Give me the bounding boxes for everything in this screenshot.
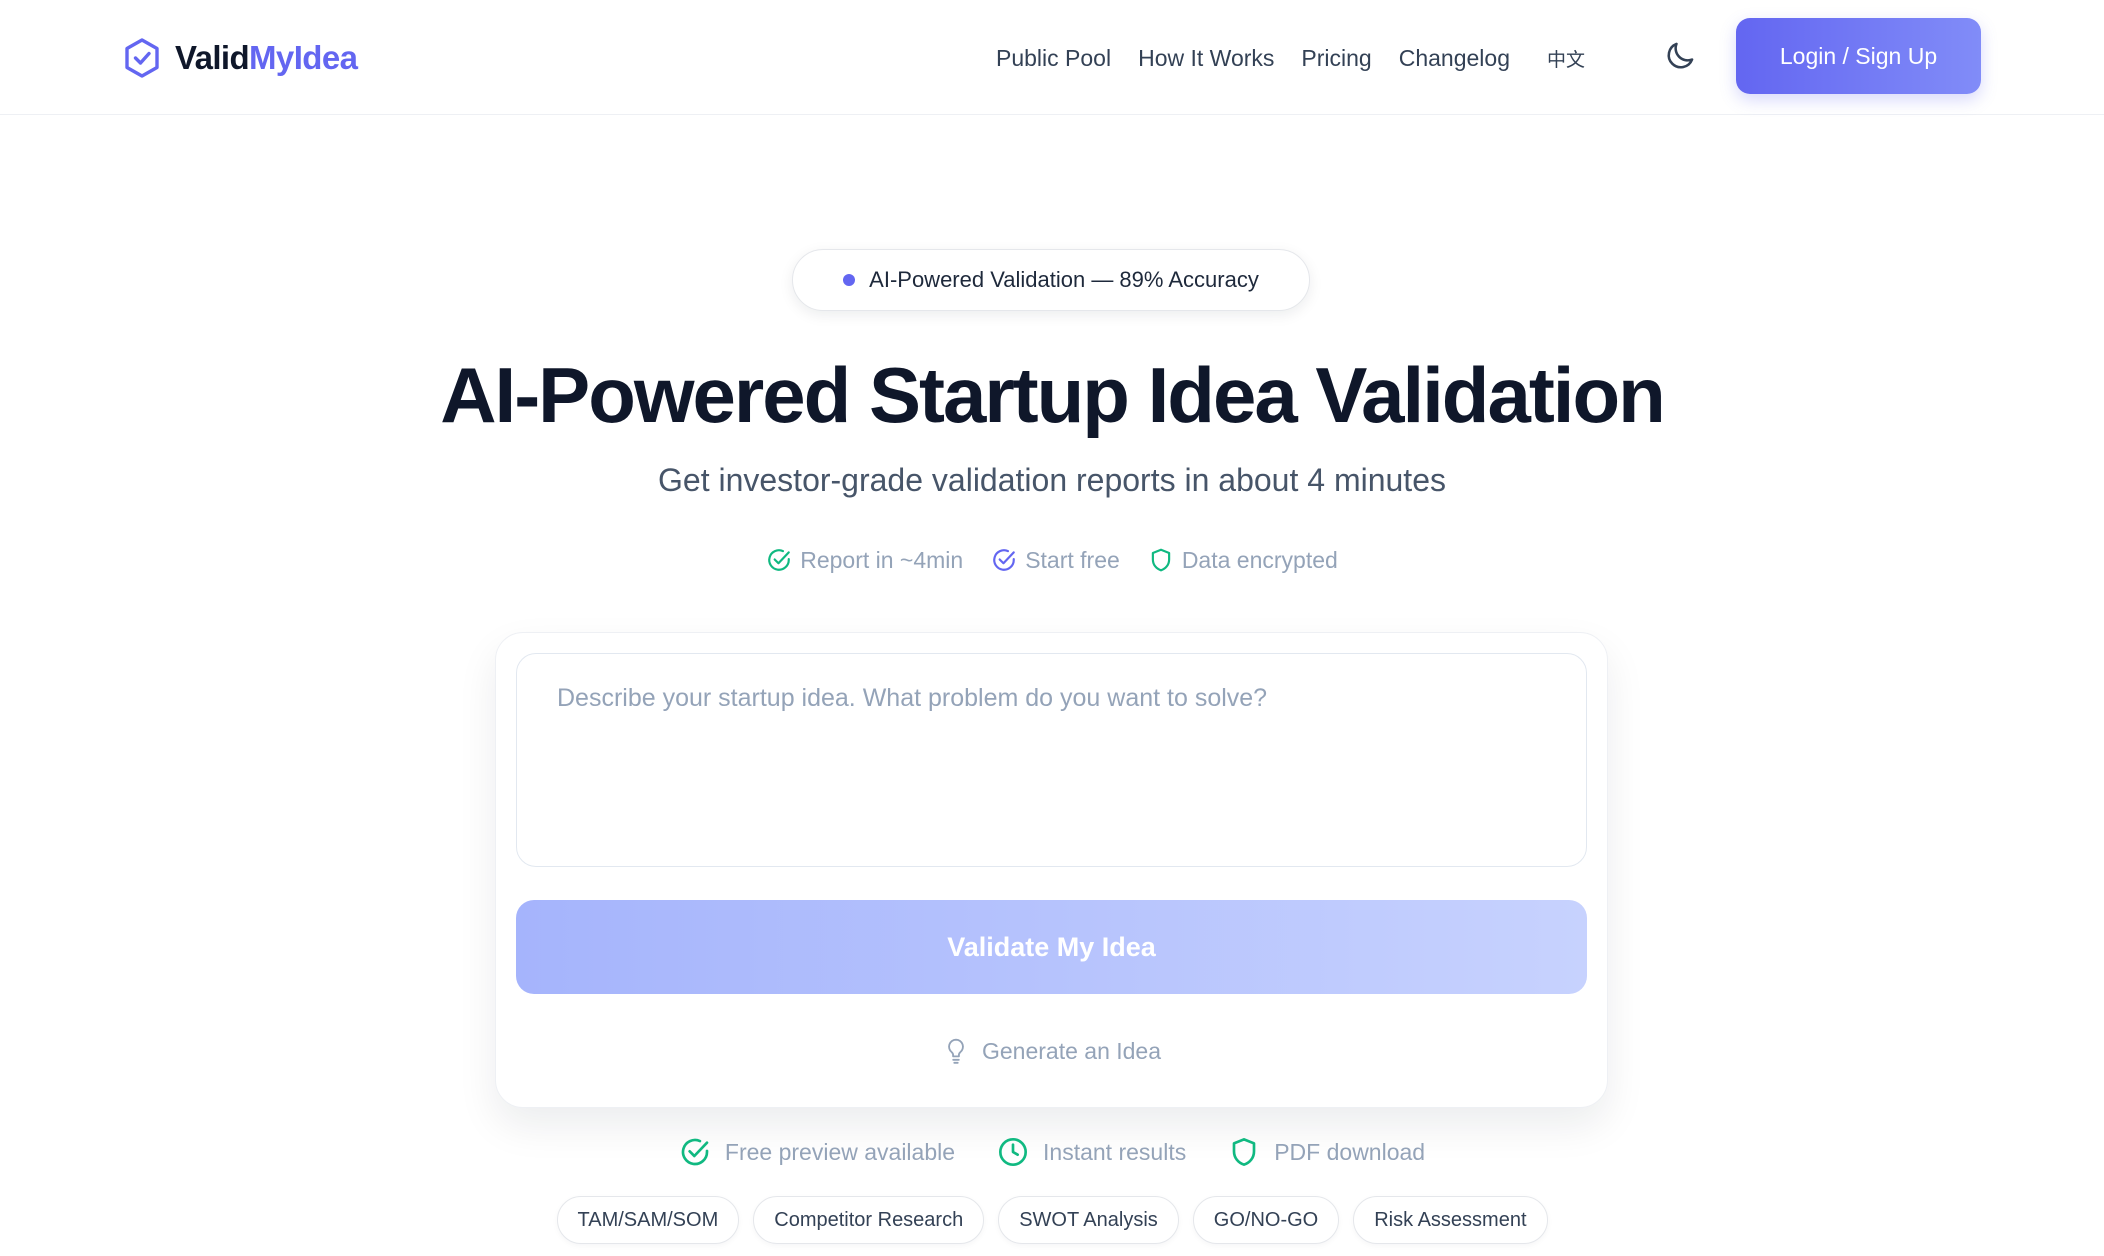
perk-report-time: Report in ~4min: [766, 547, 963, 574]
language-switch[interactable]: 中文: [1547, 45, 1585, 72]
page-title: AI-Powered Startup Idea Validation: [440, 351, 1666, 439]
idea-form-card: Validate My Idea Generate an Idea: [495, 632, 1608, 1108]
tag-competitor-research: Competitor Research: [753, 1196, 985, 1244]
check-circle-icon: [768, 549, 791, 571]
validate-idea-button[interactable]: Validate My Idea: [516, 900, 1587, 994]
page-subtitle: Get investor-grade validation reports in…: [658, 462, 1446, 498]
badge-text: AI-Powered Validation — 89% Accuracy: [869, 267, 1259, 292]
accuracy-badge: AI-Powered Validation — 89% Accuracy: [792, 249, 1310, 311]
badge-dot: [843, 274, 856, 286]
login-signup-button[interactable]: Login / Sign Up: [1736, 18, 1981, 94]
hexagon-check-icon: [125, 38, 159, 78]
tag-swot-analysis: SWOT Analysis: [998, 1196, 1179, 1244]
feature-free-preview: Free preview available: [679, 1136, 955, 1168]
moon-icon: [1667, 42, 1694, 69]
check-circle-icon: [993, 549, 1016, 571]
main-nav: Public Pool How It Works Pricing Changel…: [996, 34, 1585, 82]
tag-tam-sam-som: TAM/SAM/SOM: [556, 1196, 740, 1244]
nav-changelog[interactable]: Changelog: [1399, 45, 1510, 72]
lightbulb-icon: [948, 1038, 964, 1064]
idea-description-input[interactable]: [516, 653, 1587, 867]
analysis-tag-list: TAM/SAM/SOM Competitor Research SWOT Ana…: [0, 1195, 2104, 1245]
top-navbar: ValidMyIdea Public Pool How It Works Pri…: [0, 0, 2104, 115]
nav-how-it-works[interactable]: How It Works: [1138, 45, 1274, 72]
brand-logo[interactable]: ValidMyIdea: [123, 34, 358, 82]
feature-instant-results: Instant results: [997, 1136, 1186, 1168]
feature-pdf-download: PDF download: [1228, 1136, 1425, 1168]
perk-list: Report in ~4min Start free Data encrypte…: [0, 541, 2104, 579]
tag-risk-assessment: Risk Assessment: [1353, 1196, 1548, 1244]
brand-name: ValidMyIdea: [175, 39, 358, 76]
shield-icon: [1232, 1138, 1256, 1166]
theme-toggle-button[interactable]: [1660, 36, 1700, 76]
nav-pricing[interactable]: Pricing: [1301, 45, 1371, 72]
check-circle-icon: [681, 1138, 709, 1166]
feature-list: Free preview available Instant results P…: [0, 1133, 2104, 1171]
shield-icon: [1151, 548, 1171, 572]
nav-public-pool[interactable]: Public Pool: [996, 45, 1111, 72]
generate-idea-link[interactable]: Generate an Idea: [496, 1031, 1609, 1071]
perk-start-free: Start free: [991, 547, 1120, 574]
perk-data-encrypted: Data encrypted: [1148, 547, 1338, 574]
clock-icon: [999, 1138, 1028, 1166]
tag-go-no-go: GO/NO-GO: [1192, 1196, 1340, 1244]
